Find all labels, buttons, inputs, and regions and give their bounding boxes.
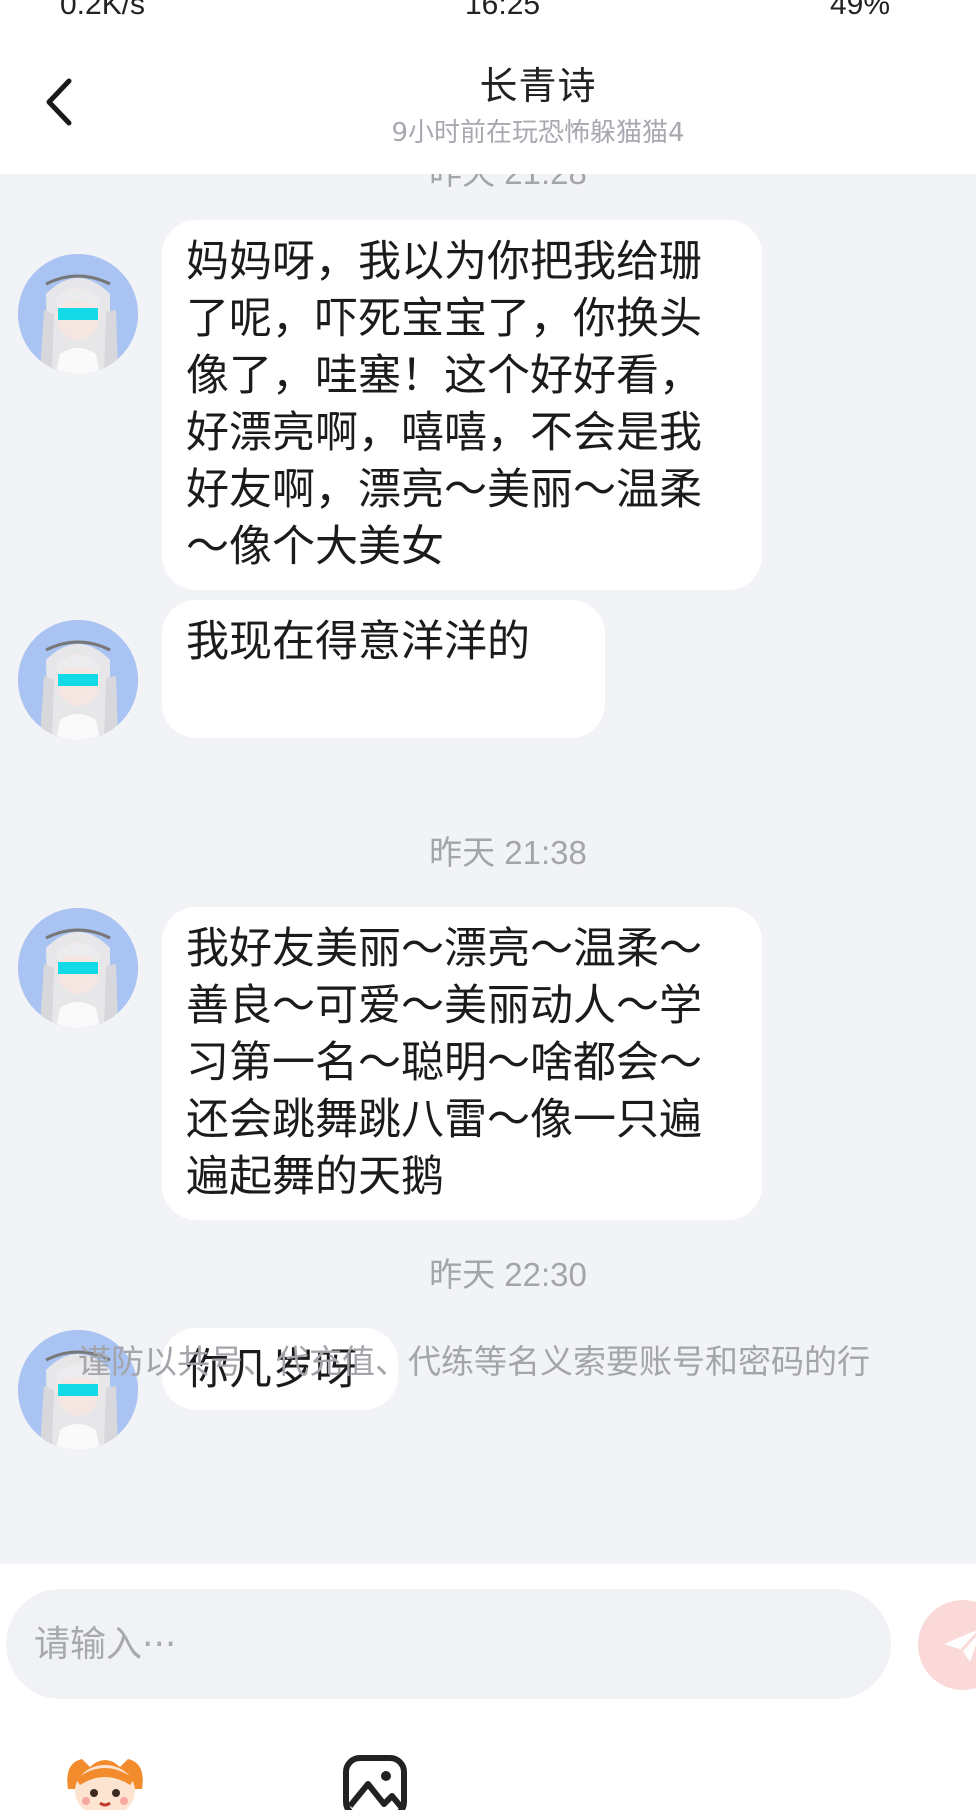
avatar[interactable] — [18, 620, 138, 740]
network-speed: 0.2K/s — [60, 0, 146, 21]
send-button[interactable] — [918, 1600, 976, 1690]
chat-header: 长青诗 9小时前在玩恐怖躲猫猫4 — [0, 22, 976, 174]
message-timestamp: 昨天 21:38 — [429, 834, 587, 871]
image-button[interactable] — [340, 1752, 410, 1810]
sticker-button[interactable] — [60, 1749, 150, 1810]
message-timestamp: 昨天 21:28 — [0, 174, 976, 194]
message-bubble[interactable]: 我现在得意洋洋的 — [162, 600, 605, 738]
avatar[interactable] — [18, 254, 138, 374]
status-bar: 0.2K/s 16:25 49% — [0, 0, 976, 22]
message-bubble[interactable]: 我好友美丽～漂亮～温柔～善良～可爱～美丽动人～学习第一名～聪明～啥都会～还会跳舞… — [162, 907, 762, 1220]
status-time: 16:25 — [465, 0, 541, 21]
security-warning-text: 谨防以共号、代充值、代练等名义索要账号和密码的行 — [78, 1342, 870, 1381]
contact-status: 9小时前在玩恐怖躲猫猫4 — [391, 118, 685, 148]
message-input[interactable] — [6, 1589, 891, 1699]
sticker-character-icon — [67, 1759, 143, 1810]
avatar[interactable] — [18, 908, 138, 1028]
paper-plane-icon — [944, 1630, 976, 1662]
anime-avatar-icon — [18, 254, 138, 374]
battery-level: 49% — [830, 0, 891, 21]
image-icon — [343, 1755, 407, 1810]
message-bubble[interactable]: 妈妈呀，我以为你把我给珊了呢，吓死宝宝了，你换头像了，哇塞！这个好好看，好漂亮啊… — [162, 220, 762, 590]
anime-avatar-icon — [18, 620, 138, 740]
message-timestamp: 昨天 22:30 — [429, 1256, 587, 1293]
anime-avatar-icon — [18, 908, 138, 1028]
input-bar — [0, 1564, 976, 1810]
security-warning: 谨防以共号、代充值、代练等名义索要账号和密码的行 — [0, 1335, 976, 1390]
page-title: 长青诗 — [479, 64, 597, 108]
